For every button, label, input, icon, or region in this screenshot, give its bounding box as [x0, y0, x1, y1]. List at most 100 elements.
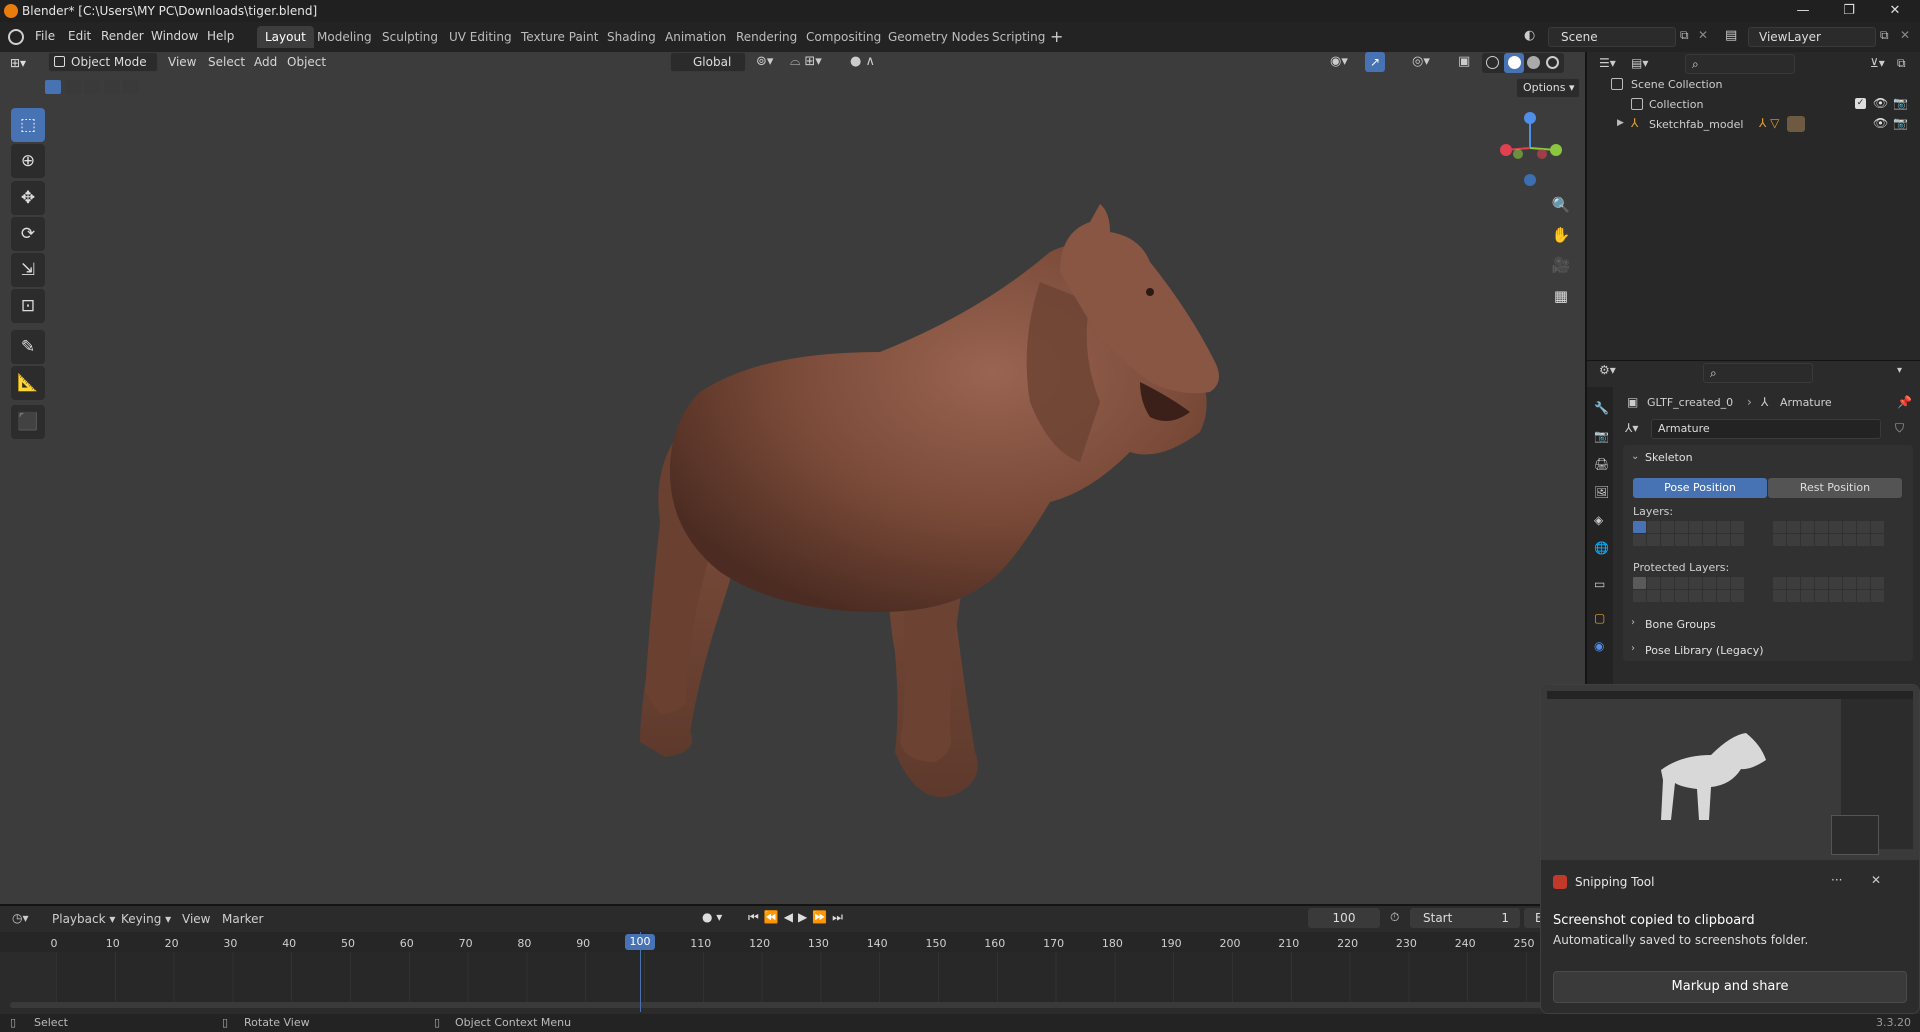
notification-more-button[interactable]: ··· — [1831, 873, 1842, 887]
timeline[interactable]: ◷▾ Playback ▾ Keying ▾ View Marker ● ▾ ⏮… — [0, 906, 1585, 1014]
pose-library-title[interactable]: Pose Library (Legacy) — [1645, 644, 1764, 657]
physics-tab-icon[interactable]: ◉ — [1594, 639, 1604, 653]
start-frame-field[interactable]: Start 1 — [1410, 908, 1520, 928]
object-tab-icon[interactable]: ▢ — [1594, 611, 1605, 625]
options-dropdown[interactable]: Options ▾ — [1516, 78, 1580, 98]
move-tool[interactable]: ✥ — [11, 181, 45, 215]
tab-sculpting[interactable]: Sculpting — [374, 26, 446, 48]
transform-tool[interactable]: ⊡ — [11, 289, 45, 323]
viewport-menu-view[interactable]: View — [168, 55, 196, 69]
maximize-button[interactable]: ❐ — [1826, 0, 1872, 22]
delete-viewlayer-icon[interactable]: ✕ — [1900, 28, 1910, 42]
shading-mode-buttons[interactable] — [1482, 53, 1564, 73]
timeline-editor-icon[interactable]: ◷▾ — [12, 911, 29, 925]
armature-datablock-icon[interactable]: ⅄▾ — [1625, 421, 1638, 435]
editor-type-icon[interactable]: ⊞▾ — [10, 56, 38, 74]
fake-user-shield-icon[interactable]: ⛉ — [1895, 421, 1904, 436]
xray-icon[interactable]: ▣ — [1458, 54, 1470, 69]
gizmo-toggle-icon[interactable]: ↗ — [1365, 52, 1385, 72]
stopwatch-icon[interactable]: ⏱ — [1390, 910, 1399, 925]
properties-options-icon[interactable]: ▾ — [1897, 365, 1902, 376]
protected-layers-grid-right[interactable] — [1773, 577, 1884, 603]
markup-and-share-button[interactable]: Markup and share — [1553, 971, 1907, 1003]
proportional-edit-icon[interactable]: ● ∧ — [850, 54, 875, 69]
tab-rendering[interactable]: Rendering — [728, 26, 805, 48]
timeline-menu-playback[interactable]: Playback ▾ — [52, 912, 115, 926]
snipping-tool-notification[interactable]: Snipping Tool ··· ✕ Screenshot copied to… — [1540, 684, 1920, 1014]
current-frame-field[interactable]: 100 — [1308, 908, 1380, 928]
tab-compositing[interactable]: Compositing — [798, 26, 889, 48]
bone-groups-title[interactable]: Bone Groups — [1645, 618, 1716, 631]
cursor-tool[interactable]: ⊕ — [11, 144, 45, 178]
render-tab-icon[interactable]: 📷 — [1594, 429, 1609, 443]
pivot-point-icon[interactable]: ⊚▾ — [756, 54, 773, 69]
tab-scripting[interactable]: Scripting — [984, 26, 1053, 48]
scene-tab-icon[interactable]: ◈ — [1594, 513, 1603, 527]
mode-dropdown[interactable]: Object Mode — [48, 52, 158, 72]
properties-search-input[interactable]: ⌕ — [1703, 363, 1813, 383]
add-cube-tool[interactable]: ⬛ — [11, 405, 45, 439]
collection-checkbox[interactable]: ✓ — [1855, 98, 1866, 109]
tab-modeling[interactable]: Modeling — [309, 26, 380, 48]
record-icon[interactable]: ● ▾ — [702, 910, 722, 924]
perspective-grid-icon[interactable]: ▦ — [1547, 283, 1575, 309]
outliner-editor-icon[interactable]: ☰▾ — [1599, 56, 1616, 70]
tiger-model[interactable] — [0, 52, 1585, 904]
eye-icon[interactable]: 👁 — [1873, 96, 1888, 110]
timeline-track-area[interactable] — [56, 952, 1585, 1002]
tab-animation[interactable]: Animation — [657, 26, 734, 48]
delete-scene-icon[interactable]: ✕ — [1698, 28, 1708, 42]
screenshot-thumbnail[interactable] — [1541, 685, 1919, 860]
outliner-object-label[interactable]: Sketchfab_model — [1649, 118, 1743, 131]
viewlayer-field[interactable]: ViewLayer — [1748, 27, 1876, 47]
filter-icon[interactable]: ⊻▾ — [1870, 56, 1885, 70]
armature-name-field[interactable]: Armature — [1651, 419, 1881, 439]
pan-hand-icon[interactable]: ✋ — [1547, 222, 1575, 248]
playback-controls[interactable]: ⏮⏪◀▶⏩⏭ — [748, 910, 848, 925]
timeline-scrollbar[interactable] — [10, 1002, 1585, 1008]
menu-render[interactable]: Render — [101, 29, 144, 43]
visibility-icon[interactable]: ◉▾ — [1330, 54, 1348, 69]
tab-geometry-nodes[interactable]: Geometry Nodes — [880, 26, 997, 48]
rotate-tool[interactable]: ⟳ — [11, 217, 45, 251]
breadcrumb-object[interactable]: GLTF_created_0 — [1647, 396, 1733, 409]
menu-edit[interactable]: Edit — [68, 29, 91, 43]
new-viewlayer-icon[interactable]: ⧉ — [1880, 28, 1889, 43]
tab-layout[interactable]: Layout — [257, 26, 314, 48]
world-tab-icon[interactable]: 🌐 — [1594, 541, 1609, 555]
tool-tab-icon[interactable]: 🔧 — [1594, 401, 1609, 415]
timeline-menu-keying[interactable]: Keying ▾ — [121, 912, 171, 926]
pose-position-button[interactable]: Pose Position — [1633, 478, 1767, 498]
skeleton-panel-title[interactable]: Skeleton — [1645, 451, 1693, 464]
tab-uv-editing[interactable]: UV Editing — [441, 26, 520, 48]
3d-viewport[interactable] — [0, 52, 1585, 904]
panel-expand-icon-2[interactable]: › — [1631, 643, 1635, 654]
object-data-icons[interactable]: ⅄ ▽ — [1759, 116, 1779, 130]
camera-view-icon[interactable]: 🎥 — [1547, 252, 1575, 278]
notification-close-button[interactable]: ✕ — [1871, 873, 1881, 887]
scene-field[interactable]: Scene — [1548, 27, 1676, 47]
viewport-menu-add[interactable]: Add — [254, 55, 277, 69]
menu-help[interactable]: Help — [207, 29, 234, 43]
blender-menu-icon[interactable] — [8, 29, 24, 45]
annotate-tool[interactable]: ✎ — [11, 330, 45, 364]
measure-tool[interactable]: 📐 — [11, 366, 45, 400]
camera-icon[interactable]: 📷 — [1893, 96, 1908, 110]
pose-icon[interactable] — [1787, 116, 1805, 132]
navigation-gizmo[interactable] — [1490, 108, 1570, 188]
scene-collection-label[interactable]: Scene Collection — [1631, 78, 1722, 91]
viewport-menu-object[interactable]: Object — [287, 55, 326, 69]
camera-icon-object[interactable]: 📷 — [1893, 116, 1908, 130]
layers-grid-left[interactable] — [1633, 521, 1744, 547]
tab-shading[interactable]: Shading — [599, 26, 664, 48]
panel-expand-icon[interactable]: › — [1631, 617, 1635, 628]
transform-orientation-dropdown[interactable]: Global — [670, 52, 746, 72]
output-tab-icon[interactable]: 🖨 — [1594, 457, 1609, 471]
add-workspace-icon[interactable]: + — [1050, 27, 1063, 46]
new-collection-icon[interactable]: ⧉ — [1897, 56, 1906, 71]
menu-file[interactable]: File — [35, 29, 55, 43]
expand-arrow-icon[interactable]: ▶ — [1617, 118, 1624, 128]
viewlayer-selector-icon[interactable]: ▤ — [1725, 28, 1737, 43]
tab-texture-paint[interactable]: Texture Paint — [513, 26, 606, 48]
new-scene-icon[interactable]: ⧉ — [1680, 28, 1689, 43]
